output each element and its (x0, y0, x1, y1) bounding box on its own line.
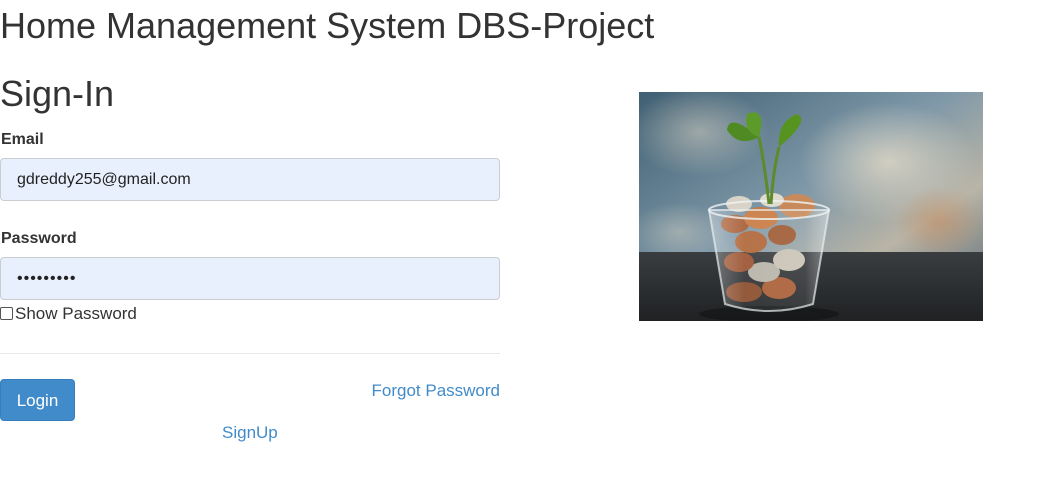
signup-link[interactable]: SignUp (222, 423, 278, 443)
email-label: Email (1, 131, 44, 148)
login-button[interactable]: Login (0, 379, 75, 421)
show-password-checkbox[interactable] (0, 306, 13, 320)
email-field[interactable] (0, 158, 500, 201)
form-divider (0, 353, 500, 354)
show-password-toggle[interactable]: Show Password (0, 304, 137, 324)
app-title: Home Management System DBS-Project (0, 5, 655, 46)
hero-image (639, 92, 983, 321)
show-password-label: Show Password (15, 304, 137, 323)
password-field[interactable] (0, 257, 500, 300)
password-label: Password (1, 230, 77, 247)
page: Home Management System DBS-Project Sign-… (0, 0, 1047, 493)
forgot-password-link[interactable]: Forgot Password (372, 381, 501, 401)
signin-heading: Sign-In (0, 73, 115, 114)
coin-plant-image (639, 92, 983, 321)
